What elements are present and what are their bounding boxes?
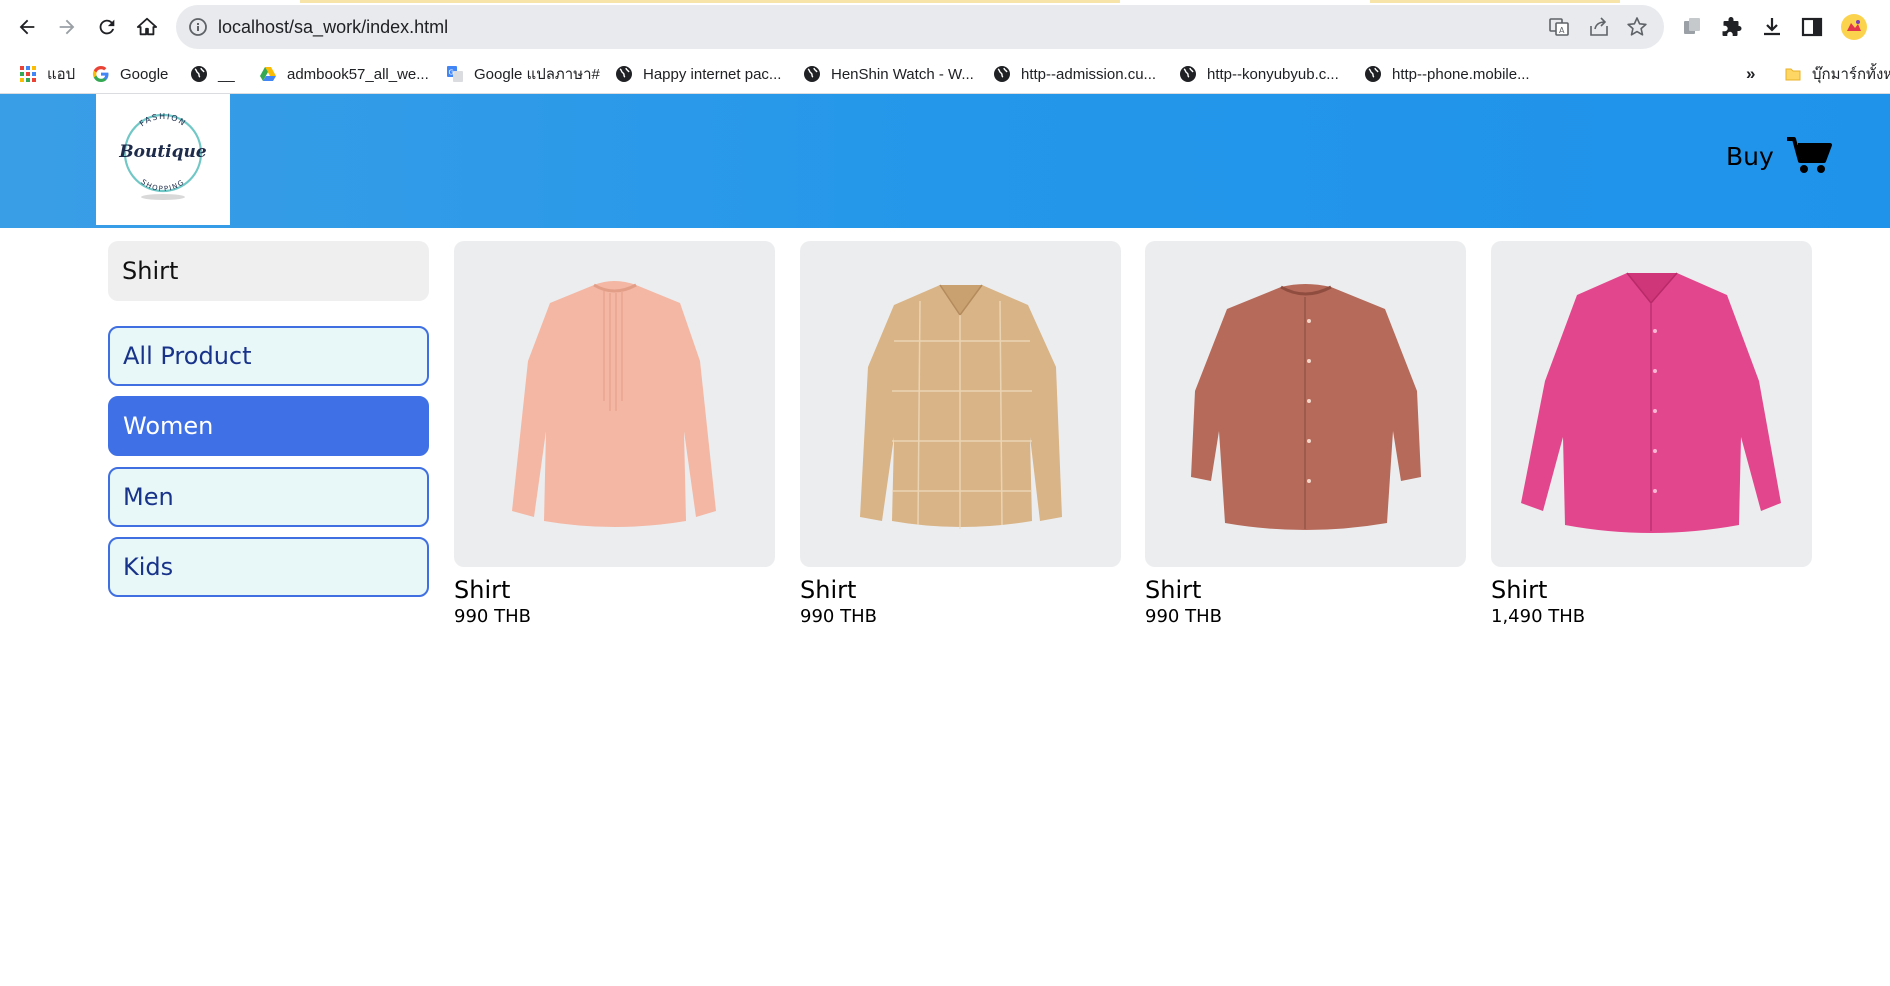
bookmark-label: Happy internet pac... [643,65,782,83]
address-bar[interactable]: localhost/sa_work/index.html A [176,5,1664,49]
boutique-logo[interactable]: FASHION Boutique SHOPPING [96,94,230,225]
product-name: Shirt [454,576,511,604]
beige-check-shirt-image [860,284,1062,529]
buy-cart-button[interactable]: Buy [1726,128,1832,184]
bookmark-underscore[interactable]: __ [190,54,235,94]
page-load-progress [0,0,1890,3]
product-image[interactable] [800,241,1121,567]
forward-arrow-icon [59,19,75,35]
share-icon[interactable] [1588,16,1610,38]
globe-icon [994,66,1010,82]
bookmark-star-icon[interactable] [1626,16,1648,38]
bookmark-label: __ [218,65,235,83]
category-men[interactable]: Men [108,467,429,527]
other-bookmarks-folder[interactable]: บุ๊กมาร์กทั้งหม [1784,54,1890,94]
boutique-logo-icon: FASHION Boutique SHOPPING [118,112,207,200]
bookmark-label: admbook57_all_we... [287,65,429,83]
globe-icon [1180,66,1196,82]
back-button[interactable] [10,10,44,44]
product-card[interactable]: Shirt 990 THB [800,241,1121,629]
product-name: Shirt [1145,576,1202,604]
product-name: Shirt [1491,576,1548,604]
drive-icon [260,67,276,81]
globe-icon [616,66,632,82]
extensions-puzzle-icon[interactable] [1720,15,1744,39]
product-card[interactable]: Shirt 990 THB [1145,241,1466,629]
product-price: 990 THB [1145,606,1222,627]
product-image[interactable] [454,241,775,567]
apps-grid-icon [20,66,36,82]
folder-icon [1785,68,1801,81]
bookmark-label: แอป [47,66,76,83]
terracotta-shirt-image [1191,284,1421,530]
side-panel-icon[interactable] [1800,15,1824,39]
category-women[interactable]: Women [108,396,429,456]
bookmark-label: บุ๊กมาร์กทั้งหม [1812,66,1890,83]
category-all-product[interactable]: All Product [108,326,429,386]
globe-icon [1365,66,1381,82]
translate-page-icon[interactable]: A [1548,16,1570,38]
bookmark-henshin-watch[interactable]: HenShin Watch - W... [803,54,974,94]
more-bookmarks-button[interactable]: » [1746,54,1755,94]
product-price: 1,490 THB [1491,606,1586,627]
globe-icon [804,66,820,82]
bookmark-label: Google แปลภาษา# [474,66,600,83]
logo-bottom-text: SHOPPING [139,178,185,193]
site-header: FASHION Boutique SHOPPING Buy [0,94,1890,228]
bookmark-admission[interactable]: http--admission.cu... [993,54,1156,94]
pink-linen-shirt-image [1521,272,1781,533]
product-card[interactable]: Shirt 1,490 THB [1491,241,1812,629]
bookmark-apps[interactable]: แอป [19,54,75,94]
product-card[interactable]: Shirt 990 THB [454,241,775,629]
shopping-cart-icon [1786,137,1832,173]
bookmark-label: http--konyubyub.c... [1207,65,1339,83]
search-input[interactable]: Shirt [108,241,429,301]
bookmark-phone-mobile[interactable]: http--phone.mobile... [1364,54,1530,94]
product-image[interactable] [1491,241,1812,567]
bookmark-label: Google [120,65,169,83]
bookmark-label: http--admission.cu... [1021,65,1157,83]
reload-button[interactable] [90,10,124,44]
translate-icon: G [447,66,463,82]
globe-icon [191,66,207,82]
google-icon [92,65,109,83]
bookmark-label: HenShin Watch - W... [831,65,974,83]
logo-top-text: FASHION [138,112,187,128]
svg-text:G: G [449,69,454,77]
bookmark-admbook[interactable]: admbook57_all_we... [259,54,429,94]
buy-label: Buy [1726,141,1774,171]
product-name: Shirt [800,576,857,604]
bookmark-label: http--phone.mobile... [1392,65,1530,83]
back-arrow-icon [19,19,35,35]
product-image[interactable] [1145,241,1466,567]
site-info-icon[interactable] [188,17,208,37]
svg-text:A: A [1559,26,1565,35]
download-icon[interactable] [1760,15,1784,39]
bookmark-google[interactable]: Google [92,54,168,94]
browser-toolbar: localhost/sa_work/index.html A [0,0,1890,54]
extension-copy-icon[interactable] [1680,15,1704,39]
forward-button[interactable] [50,10,84,44]
profile-avatar-icon[interactable] [1840,13,1868,41]
logo-script-text: Boutique [118,142,207,162]
pink-pleated-blouse-image [512,281,716,527]
svg-text:FASHION: FASHION [138,112,188,128]
bookmark-konyubyub[interactable]: http--konyubyub.c... [1179,54,1339,94]
svg-text:SHOPPING: SHOPPING [139,178,186,193]
product-price: 990 THB [800,606,877,627]
home-button[interactable] [130,10,164,44]
home-icon [136,17,158,36]
bookmarks-bar: แอป Google __ admbook57_all_we... G Goog… [0,54,1890,94]
url-text[interactable]: localhost/sa_work/index.html [218,5,448,49]
product-price: 990 THB [454,606,531,627]
reload-icon [99,19,115,35]
category-kids[interactable]: Kids [108,537,429,597]
bookmark-google-translate[interactable]: G Google แปลภาษา# [446,54,600,94]
bookmark-happy-internet[interactable]: Happy internet pac... [615,54,781,94]
